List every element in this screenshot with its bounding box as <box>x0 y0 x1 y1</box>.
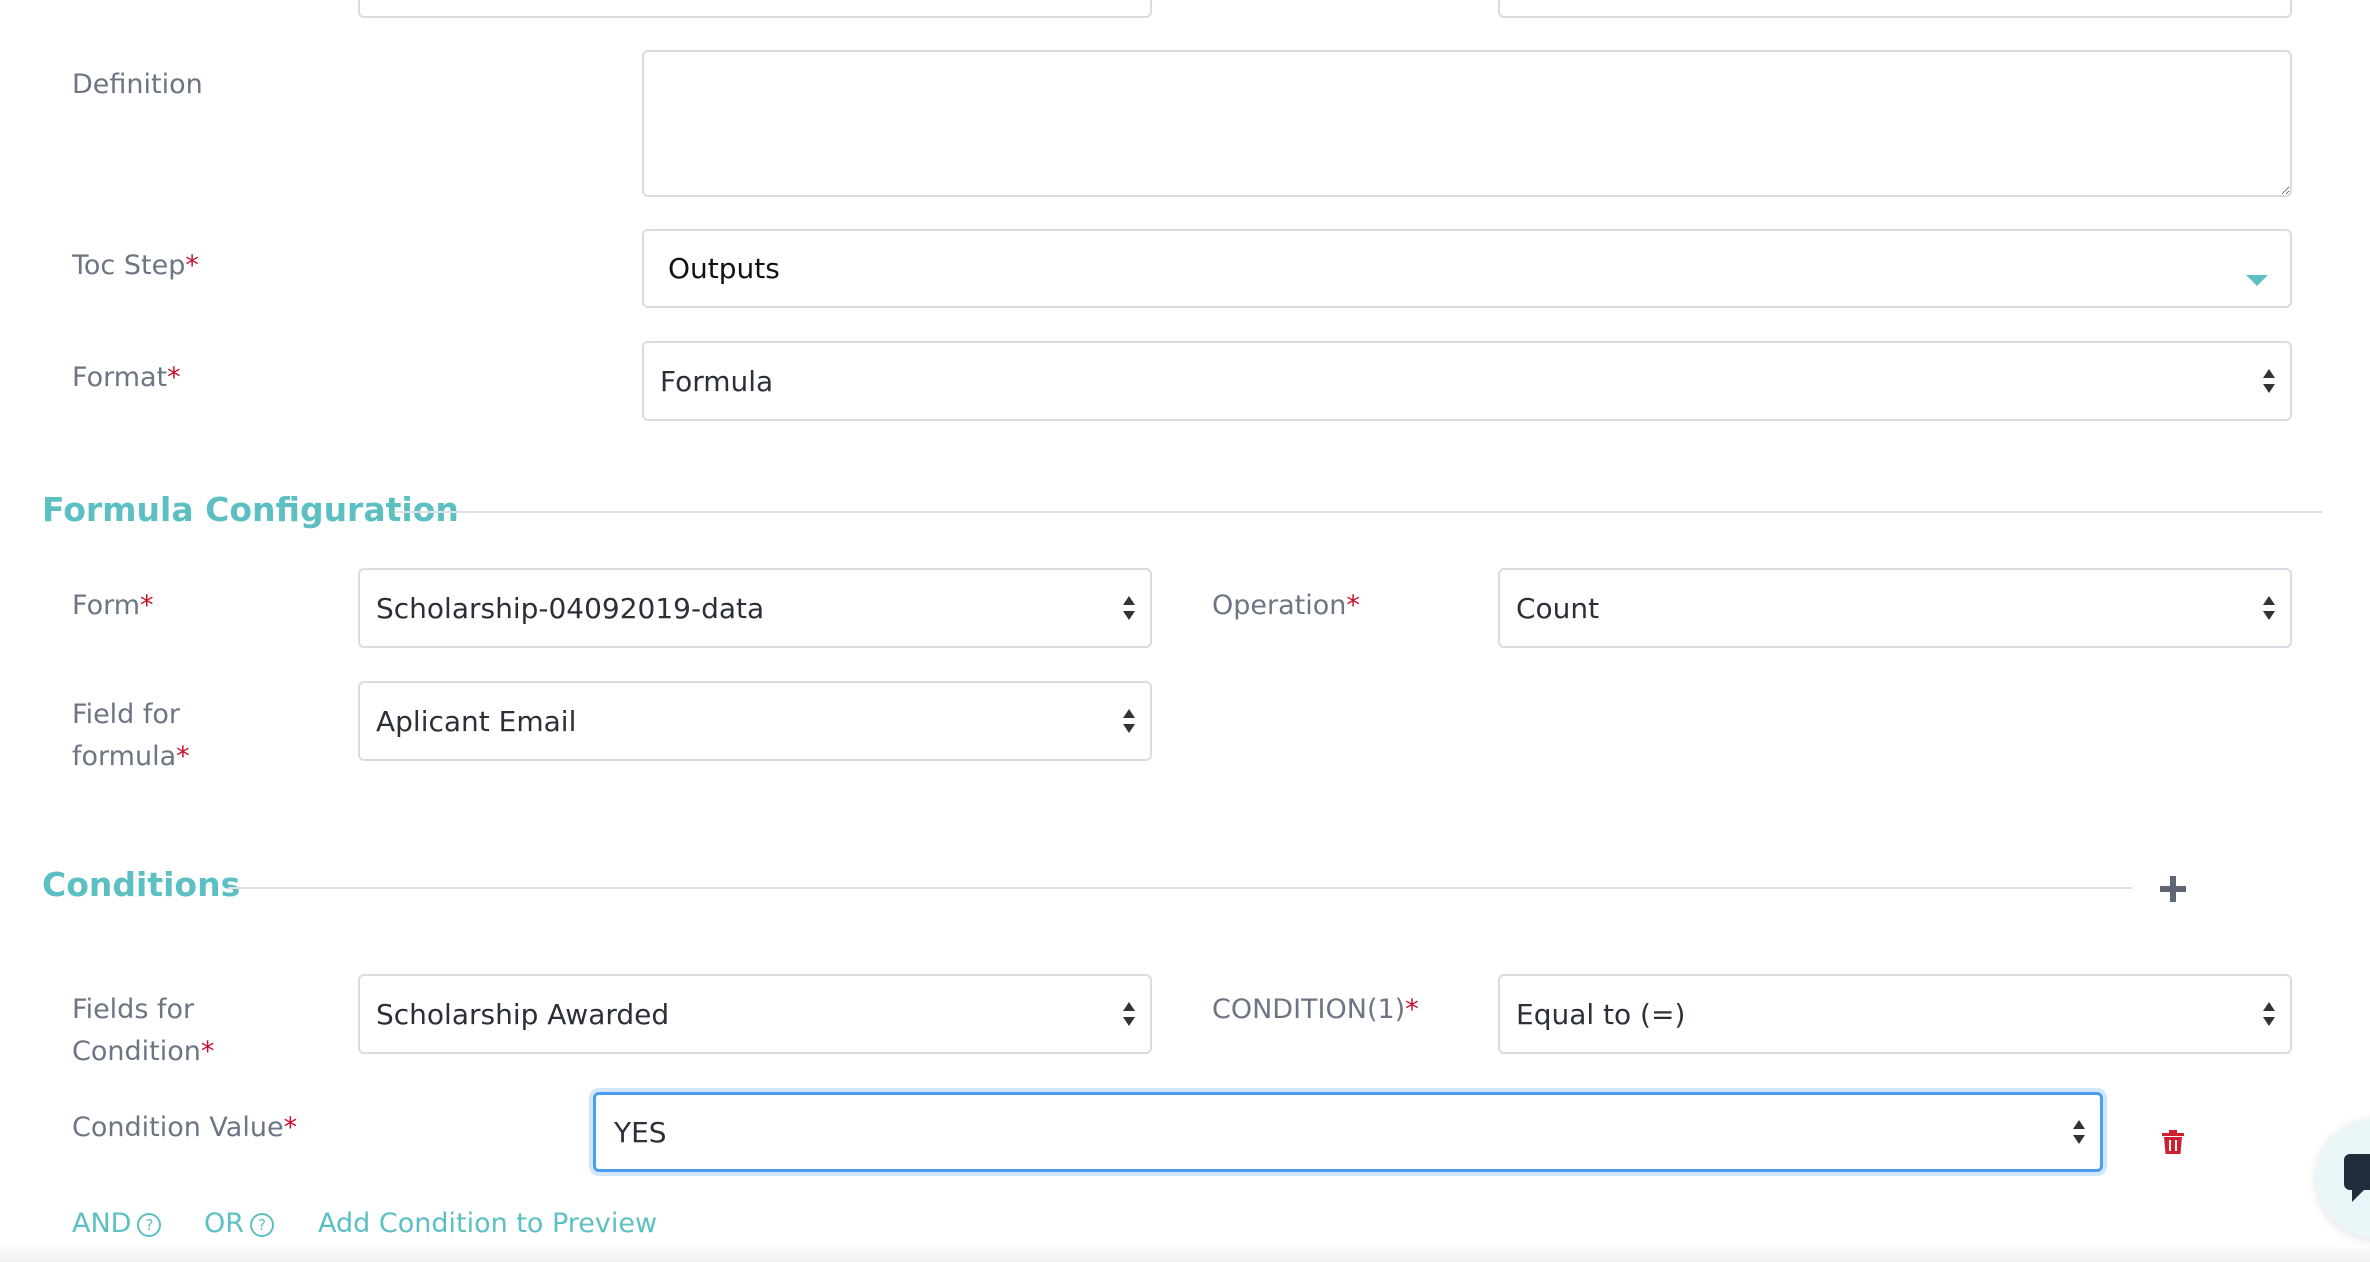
definition-textarea[interactable] <box>642 50 2292 197</box>
field-for-formula-label: Field for formula* <box>72 699 190 772</box>
and-link[interactable]: AND? <box>72 1206 162 1242</box>
condition-value-label: Condition Value* <box>72 1112 298 1143</box>
bottom-shadow <box>0 1244 2370 1262</box>
formula-configuration-divider <box>396 511 2322 513</box>
operation-select[interactable]: Count <box>1498 568 2292 648</box>
form-select[interactable]: Scholarship-04092019-data <box>358 568 1152 648</box>
chat-widget-button[interactable] <box>2316 1118 2370 1238</box>
chevron-down-icon <box>2246 261 2268 294</box>
top-right-input[interactable] <box>1498 0 2292 18</box>
definition-label: Definition <box>72 69 203 100</box>
plus-icon[interactable] <box>2160 876 2186 902</box>
help-icon[interactable]: ? <box>137 1213 162 1237</box>
select-arrows-icon <box>2072 1118 2086 1146</box>
conditions-divider <box>228 887 2132 889</box>
toc-step-select[interactable]: Outputs <box>642 229 2292 308</box>
select-arrows-icon <box>1122 1000 1136 1028</box>
help-icon[interactable]: ? <box>250 1213 275 1237</box>
select-arrows-icon <box>1122 594 1136 622</box>
formula-configuration-title: Formula Configuration <box>42 490 459 529</box>
toc-step-label: Toc Step* <box>72 250 199 281</box>
select-arrows-icon <box>2262 1000 2276 1028</box>
condition-label: CONDITION(1)* <box>1212 994 1419 1025</box>
select-arrows-icon <box>2262 594 2276 622</box>
condition-value-select[interactable]: YES <box>593 1092 2103 1172</box>
select-arrows-icon <box>1122 707 1136 735</box>
fields-for-condition-select[interactable]: Scholarship Awarded <box>358 974 1152 1054</box>
select-arrows-icon <box>2262 367 2276 395</box>
conditions-title: Conditions <box>42 865 241 904</box>
top-left-input[interactable] <box>358 0 1152 18</box>
or-link[interactable]: OR? <box>204 1206 275 1242</box>
format-label: Format* <box>72 362 181 393</box>
field-for-formula-select[interactable]: Aplicant Email <box>358 681 1152 761</box>
trash-icon[interactable] <box>2162 1130 2184 1154</box>
chat-bubble-icon <box>2344 1154 2370 1206</box>
form-label: Form* <box>72 590 154 621</box>
condition-operator-select[interactable]: Equal to (=) <box>1498 974 2292 1054</box>
format-select[interactable]: Formula <box>642 341 2292 421</box>
fields-for-condition-label: Fields for Condition* <box>72 994 215 1067</box>
add-condition-to-preview-link[interactable]: Add Condition to Preview <box>318 1206 657 1242</box>
operation-label: Operation* <box>1212 590 1360 621</box>
